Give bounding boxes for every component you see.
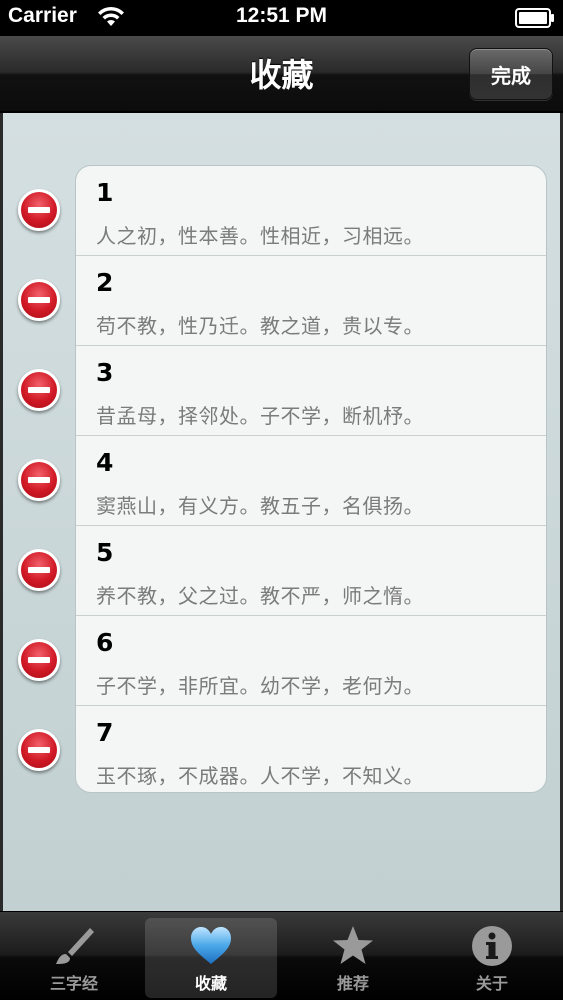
- tab-favorites[interactable]: 收藏: [145, 918, 277, 998]
- tab-bar: 三字经 收藏 推荐 关于: [0, 912, 563, 1000]
- star-icon: [287, 922, 419, 970]
- tab-about[interactable]: 关于: [426, 918, 558, 998]
- item-number: 6: [96, 628, 114, 657]
- delete-icon[interactable]: [18, 729, 60, 771]
- list-item[interactable]: 7 玉不琢，不成器。人不学，不知义。: [76, 706, 546, 796]
- item-number: 1: [96, 178, 114, 207]
- list-item[interactable]: 3 昔孟母，择邻处。子不学，断机杼。: [76, 346, 546, 436]
- item-verse: 昔孟母，择邻处。子不学，断机杼。: [96, 404, 424, 428]
- tab-sanzijing[interactable]: 三字经: [8, 918, 140, 998]
- brush-icon: [8, 922, 140, 970]
- item-number: 2: [96, 268, 114, 297]
- delete-icon[interactable]: [18, 189, 60, 231]
- item-verse: 玉不琢，不成器。人不学，不知义。: [96, 764, 424, 788]
- item-number: 5: [96, 538, 114, 567]
- battery-icon: [515, 8, 555, 32]
- heart-icon: [145, 922, 277, 970]
- item-verse: 养不教，父之过。教不严，师之惰。: [96, 584, 424, 608]
- info-icon: [426, 922, 558, 970]
- item-verse: 苟不教，性乃迁。教之道，贵以专。: [96, 314, 424, 338]
- navigation-bar: 收藏 完成: [0, 36, 563, 112]
- status-bar: Carrier 12:51 PM: [0, 0, 563, 36]
- list-item[interactable]: 5 养不教，父之过。教不严，师之惰。: [76, 526, 546, 616]
- list-item[interactable]: 2 苟不教，性乃迁。教之道，贵以专。: [76, 256, 546, 346]
- delete-icon[interactable]: [18, 279, 60, 321]
- tab-label: 关于: [475, 974, 508, 993]
- list-item[interactable]: 1 人之初，性本善。性相近，习相远。: [76, 166, 546, 256]
- item-number: 3: [96, 358, 114, 387]
- delete-icon[interactable]: [18, 459, 60, 501]
- done-button[interactable]: 完成: [469, 48, 553, 100]
- favorites-content: 1 人之初，性本善。性相近，习相远。 2 苟不教，性乃迁。教之道，贵以专。 3 …: [0, 113, 563, 911]
- list-item[interactable]: 6 子不学，非所宜。幼不学，老何为。: [76, 616, 546, 706]
- item-verse: 人之初，性本善。性相近，习相远。: [96, 224, 424, 248]
- item-verse: 子不学，非所宜。幼不学，老何为。: [96, 674, 424, 698]
- tab-label: 收藏: [194, 974, 227, 993]
- delete-icon[interactable]: [18, 639, 60, 681]
- delete-icon[interactable]: [18, 369, 60, 411]
- tab-label: 推荐: [336, 974, 369, 993]
- tab-recommend[interactable]: 推荐: [287, 918, 419, 998]
- favorites-list: 1 人之初，性本善。性相近，习相远。 2 苟不教，性乃迁。教之道，贵以专。 3 …: [75, 165, 547, 793]
- list-item[interactable]: 4 窦燕山，有义方。教五子，名俱扬。: [76, 436, 546, 526]
- item-verse: 窦燕山，有义方。教五子，名俱扬。: [96, 494, 424, 518]
- item-number: 4: [96, 448, 114, 477]
- tab-label: 三字经: [49, 974, 98, 993]
- status-time: 12:51 PM: [235, 4, 328, 27]
- delete-icon[interactable]: [18, 549, 60, 591]
- item-number: 7: [96, 718, 114, 747]
